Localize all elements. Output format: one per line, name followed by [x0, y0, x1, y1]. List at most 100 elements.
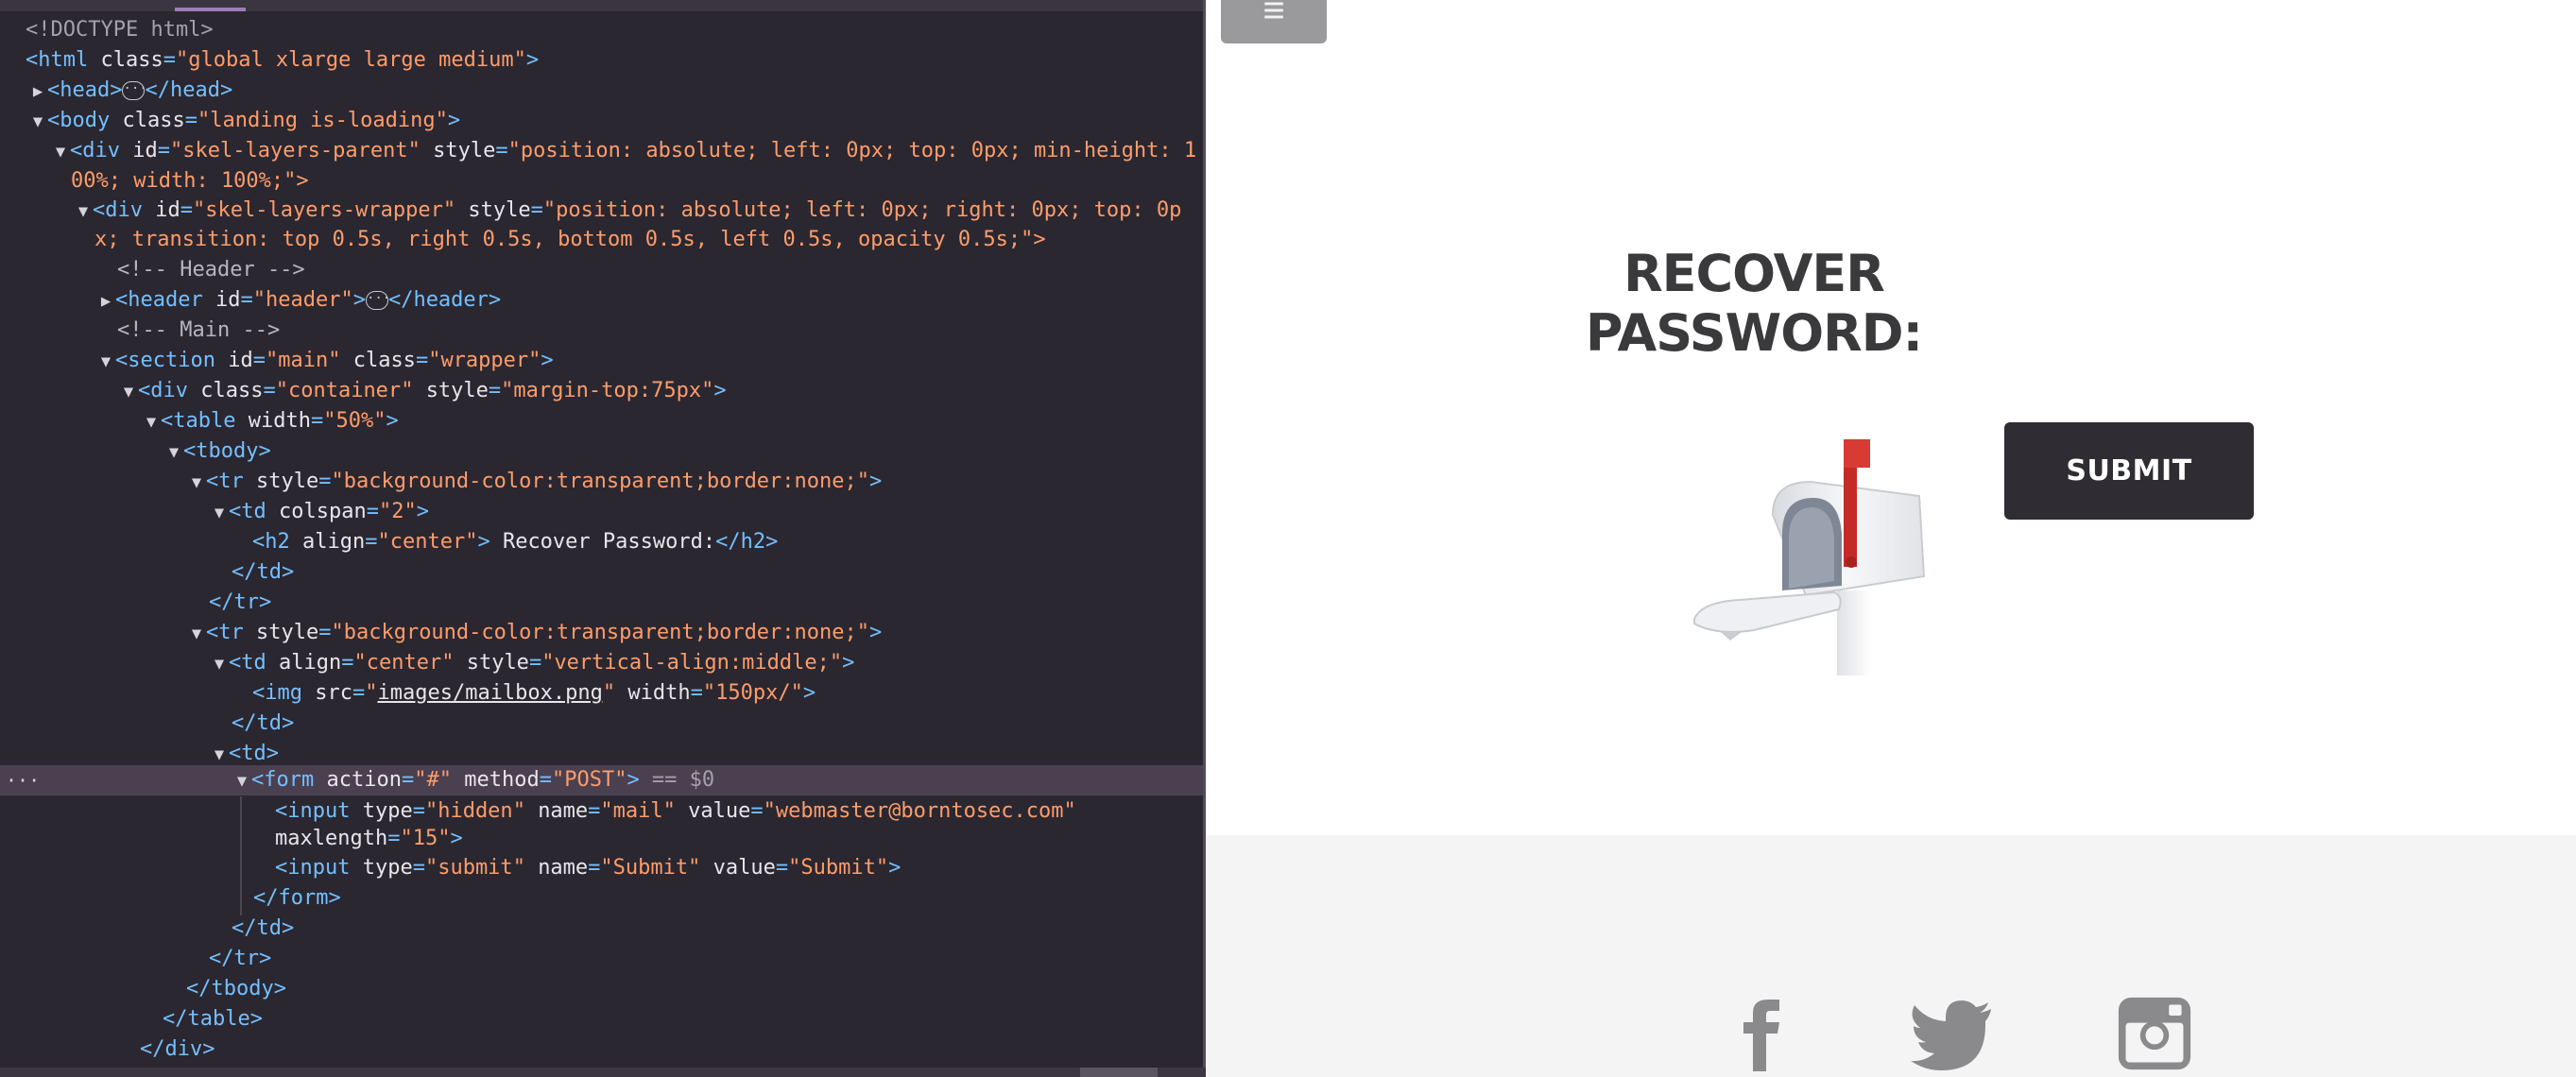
dom-comment-header[interactable]: <!-- Header --> [0, 255, 305, 285]
dom-node-skel-layers-parent[interactable]: ▼ <div id="skel-layers-parent" style="pos… [0, 136, 1196, 166]
attr-name: align [278, 651, 342, 675]
attr-value: center [389, 530, 466, 554]
dom-node-td-2-close[interactable]: </td> [0, 709, 294, 739]
attr-value: submit [438, 856, 513, 880]
attr-value: wrapper [440, 349, 529, 372]
collapse-arrow-icon[interactable]: ▼ [119, 377, 138, 407]
collapse-arrow-icon[interactable]: ▼ [142, 407, 161, 437]
collapse-arrow-icon[interactable]: ▼ [232, 766, 251, 796]
attr-value: container [287, 379, 402, 402]
img-src-link[interactable]: images/mailbox.png [377, 681, 602, 705]
collapse-arrow-icon[interactable]: ▼ [210, 498, 229, 528]
dom-node-tr-2[interactable]: ▼ <tr style="background-color:transparent… [0, 618, 882, 648]
dom-node-table-close[interactable]: </table> [0, 1004, 263, 1034]
dom-node-input-hidden-cont: maxlength="15"> [275, 827, 463, 850]
dom-node-img[interactable]: <img src="images/mailbox.png" width="150… [0, 678, 816, 709]
dom-node-input-hidden[interactable]: <input type="hidden" name="mail" value="… [0, 796, 1076, 827]
attr-name: style [433, 139, 496, 162]
dom-node-form-close[interactable]: </form> [0, 883, 341, 914]
dom-node-tr-1-close[interactable]: </tr> [0, 588, 271, 618]
attr-value: POST [564, 768, 615, 792]
dom-node-form-selected[interactable]: ··· ▼ <form action="#" method="POST"> == $… [0, 765, 1203, 795]
attr-value: background-color:transparent;border:none… [343, 621, 857, 644]
ellipsis-icon[interactable]: ··· [365, 291, 390, 310]
dom-node-table[interactable]: ▼ <table width="50%"> [0, 406, 399, 436]
collapse-arrow-icon[interactable]: ▼ [28, 107, 47, 137]
facebook-icon[interactable] [1730, 996, 1789, 1071]
attr-name: type [362, 856, 413, 880]
collapse-arrow-icon[interactable]: ▼ [187, 619, 206, 649]
ellipsis-icon[interactable]: ··· [122, 81, 147, 100]
dom-node-body[interactable]: ▼ <body class="landing is-loading"> [0, 106, 460, 136]
attr-value: mail [612, 799, 663, 823]
attr-name: name [538, 799, 589, 823]
attr-name: style [468, 198, 531, 222]
scrollbar-thumb[interactable] [1080, 1068, 1158, 1077]
collapse-arrow-icon[interactable]: ▼ [210, 649, 229, 679]
dom-node-tr-2-close[interactable]: </tr> [0, 944, 271, 974]
dom-node-td-1-close[interactable]: </td> [0, 557, 294, 588]
attr-name: class [200, 379, 264, 402]
dom-node-input-submit[interactable]: <input type="submit" name="Submit" value… [0, 853, 901, 883]
dom-node-td-1[interactable]: ▼ <td colspan="2"> [0, 497, 429, 527]
dom-node-h2[interactable]: <h2 align="center"> Recover Password:</h… [0, 527, 778, 557]
horizontal-scrollbar[interactable] [0, 1068, 1206, 1077]
attr-value: # [426, 768, 439, 792]
dom-node-div-close[interactable]: </div> [0, 1034, 215, 1065]
attr-name: class [122, 109, 185, 132]
attr-value: background-color:transparent;border:none… [343, 470, 857, 493]
more-options-icon[interactable]: ··· [6, 765, 40, 795]
expand-arrow-icon[interactable]: ▶ [96, 286, 115, 316]
dom-comment-main[interactable]: <!-- Main --> [0, 316, 280, 346]
attr-value: 50% [335, 409, 374, 433]
attr-name: id [155, 198, 180, 222]
dom-node-doctype[interactable]: <!DOCTYPE html> [0, 15, 214, 45]
dom-node-td-3-close[interactable]: </td> [0, 914, 294, 944]
collapse-arrow-icon[interactable]: ▼ [51, 137, 70, 167]
h2-text: Recover Password: [489, 530, 716, 554]
instagram-icon[interactable] [2115, 996, 2194, 1071]
dom-node-container[interactable]: ▼ <div class="container" style="margin-to… [0, 376, 727, 406]
submit-button[interactable]: SUBMIT [2004, 422, 2254, 520]
expand-arrow-icon[interactable]: ▶ [28, 77, 47, 107]
collapse-arrow-icon[interactable]: ▼ [187, 468, 206, 498]
dom-node-tbody[interactable]: ▼ <tbody> [0, 436, 271, 467]
attr-name: id [132, 139, 158, 162]
footer [1206, 835, 2576, 1077]
page-title: RECOVER PASSWORD: [1585, 244, 1923, 363]
attr-value: skel-layers-parent [182, 139, 408, 162]
attr-value: position: absolute; left: 0px; top: 0px;… [520, 139, 1197, 162]
collapse-arrow-icon[interactable]: ▼ [96, 347, 115, 377]
dom-node-tbody-close[interactable]: </tbody> [0, 974, 286, 1004]
attr-value: Submit [800, 856, 876, 880]
web-page: ≡ RECOVER PASSWORD: SUBMIT [1206, 0, 2576, 1077]
twitter-icon[interactable] [1910, 996, 1995, 1071]
hamburger-icon: ≡ [1262, 0, 1285, 31]
dom-node-html[interactable]: <html class="global xlarge large medium"… [0, 45, 539, 76]
attr-name: id [215, 288, 241, 312]
menu-button[interactable]: ≡ [1221, 0, 1327, 43]
devtools-tab-strip [0, 0, 1206, 11]
collapse-arrow-icon[interactable]: ▼ [164, 437, 183, 468]
devtools-panel: <!DOCTYPE html> <html class="global xlar… [0, 0, 1206, 1077]
selected-node-marker: == $0 [639, 768, 715, 792]
dom-node-td-2[interactable]: ▼ <td align="center" style="vertical-alig… [0, 648, 854, 678]
attr-name: style [255, 470, 319, 493]
active-tab-indicator [175, 8, 246, 11]
attr-name: class [100, 48, 163, 72]
attr-name: style [425, 379, 489, 402]
attr-value: global xlarge large medium [188, 48, 514, 72]
dom-node-head[interactable]: ▶ <head>···</head> [0, 76, 232, 106]
dom-node-section[interactable]: ▼ <section id="main" class="wrapper"> [0, 346, 554, 376]
collapse-arrow-icon[interactable]: ▼ [74, 197, 93, 227]
dom-node-skel-layers-wrapper[interactable]: ▼ <div id="skel-layers-wrapper" style="po… [0, 196, 1182, 227]
attr-value: position: absolute; left: 0px; right: 0p… [556, 198, 1182, 222]
dom-node-tr-1[interactable]: ▼ <tr style="background-color:transparent… [0, 467, 882, 497]
attr-value: center [366, 651, 442, 675]
attr-name: colspan [278, 500, 367, 523]
dom-node-header[interactable]: ▶ <header id="header">···</header> [0, 285, 501, 316]
attr-value: vertical-align:middle; [554, 651, 830, 675]
attr-name: id [228, 349, 253, 372]
attr-name: style [255, 621, 319, 644]
attr-name: style [466, 651, 529, 675]
